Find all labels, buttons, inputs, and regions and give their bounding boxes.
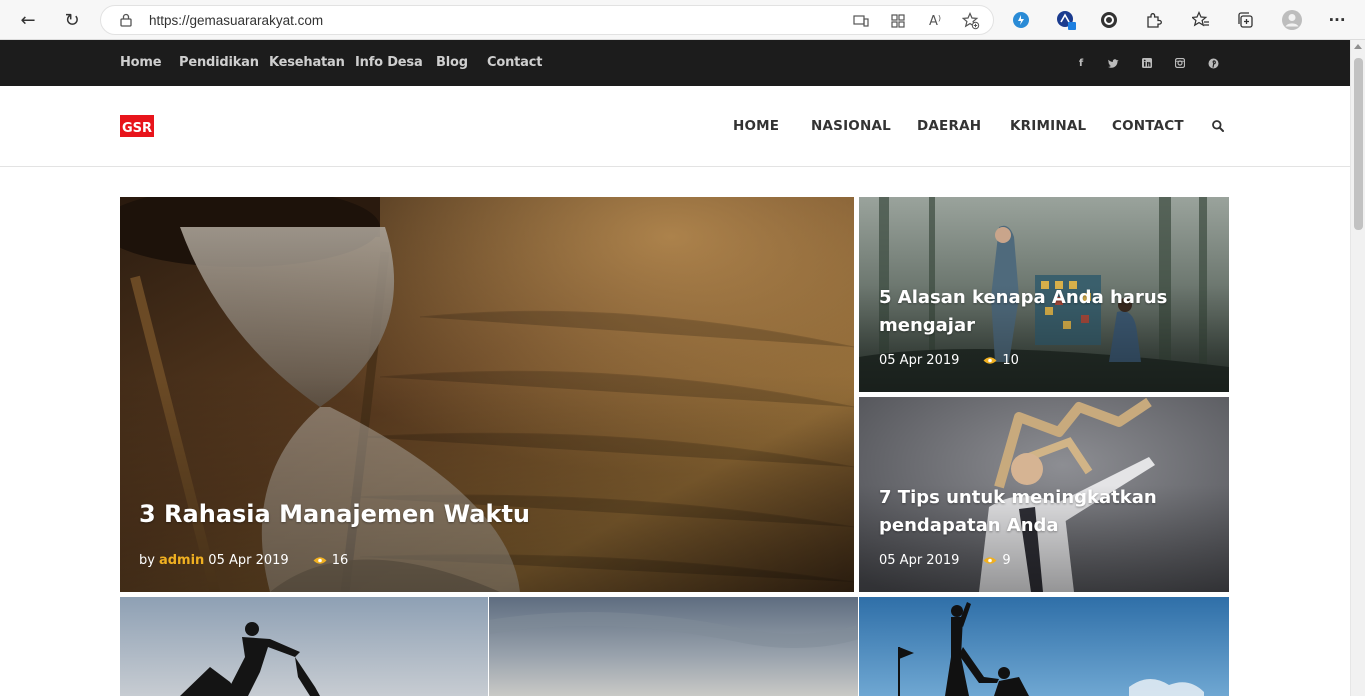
side-post-title-line: pendapatan Anda (879, 515, 1059, 536)
featured-post-overlay (120, 197, 854, 592)
bottom-post-image (859, 597, 1229, 696)
extension-shield-icon[interactable] (1010, 9, 1032, 31)
topbar-link-home[interactable]: Home (120, 55, 162, 70)
side-post-title-line: mengajar (879, 315, 976, 336)
extension-circle-icon[interactable] (1098, 9, 1120, 31)
url-text[interactable]: https://gemasuararakyat.com (149, 13, 323, 28)
featured-post-card[interactable]: 3 Rahasia Manajemen Waktu by admin 05 Ap… (120, 197, 854, 592)
topbar-link-kesehatan[interactable]: Kesehatan (269, 55, 345, 70)
views-eye-icon (313, 557, 327, 564)
favorites-icon[interactable] (1190, 9, 1212, 31)
device-icon[interactable] (851, 11, 871, 31)
facebook-icon[interactable]: f (1074, 56, 1088, 70)
extension-profile-icon[interactable] (1055, 9, 1077, 31)
instagram-icon[interactable] (1173, 56, 1187, 70)
side-post-title[interactable]: 5 Alasan kenapa Anda harus mengajar (879, 284, 1167, 340)
page-scrollbar[interactable] (1350, 40, 1365, 696)
featured-post-by-label: by (139, 553, 155, 568)
views-eye-icon (983, 557, 997, 564)
site-topbar: Home Pendidikan Kesehatan Info Desa Blog… (0, 40, 1350, 86)
topbar-link-contact[interactable]: Contact (487, 55, 542, 70)
side-post-card[interactable]: 7 Tips untuk meningkatkan pendapatan And… (859, 397, 1229, 592)
back-arrow-icon[interactable]: ← (16, 8, 40, 32)
side-post-card[interactable]: 5 Alasan kenapa Anda harus mengajar 05 A… (859, 197, 1229, 392)
main-nav-home[interactable]: HOME (733, 118, 779, 134)
side-post-date: 05 Apr 2019 (879, 553, 960, 568)
featured-post-author[interactable]: admin (159, 553, 204, 568)
featured-post-date: 05 Apr 2019 (208, 553, 289, 568)
main-nav-kriminal[interactable]: KRIMINAL (1010, 118, 1086, 134)
views-eye-icon (983, 357, 997, 364)
side-post-views: 9 (1002, 553, 1011, 568)
apps-grid-icon[interactable] (888, 11, 908, 31)
featured-post-views: 16 (331, 553, 349, 568)
bottom-post-image (489, 597, 858, 696)
twitter-icon[interactable] (1106, 56, 1120, 70)
side-post-title-line: 5 Alasan kenapa Anda harus (879, 287, 1168, 308)
main-nav-nasional[interactable]: NASIONAL (811, 118, 891, 134)
featured-post-title[interactable]: 3 Rahasia Manajemen Waktu (139, 500, 530, 528)
read-aloud-icon[interactable]: A⁾ (925, 11, 945, 31)
bottom-post-card[interactable] (120, 597, 488, 696)
side-post-meta: 05 Apr 2019 10 (879, 353, 1019, 368)
featured-post-meta: by admin 05 Apr 2019 16 (139, 553, 348, 568)
side-post-title[interactable]: 7 Tips untuk meningkatkan pendapatan And… (879, 484, 1157, 540)
logo-text: GSR (121, 121, 153, 136)
scrollbar-thumb[interactable] (1354, 58, 1363, 230)
side-post-title-line: 7 Tips untuk meningkatkan (879, 487, 1157, 508)
side-post-meta: 05 Apr 2019 9 (879, 553, 1011, 568)
search-icon[interactable] (1211, 119, 1225, 133)
reload-icon[interactable]: ↻ (60, 8, 84, 32)
extensions-puzzle-icon[interactable] (1143, 9, 1165, 31)
main-nav-contact[interactable]: CONTACT (1112, 118, 1184, 134)
side-post-views: 10 (1002, 353, 1019, 368)
bottom-post-image (120, 597, 488, 696)
address-bar[interactable]: https://gemasuararakyat.com A⁾ (100, 5, 994, 35)
topbar-link-pendidikan[interactable]: Pendidikan (179, 55, 259, 70)
more-menu-icon[interactable]: ··· (1326, 9, 1348, 31)
profile-avatar-icon[interactable] (1281, 9, 1303, 31)
topbar-link-blog[interactable]: Blog (436, 55, 468, 70)
main-nav-daerah[interactable]: DAERAH (917, 118, 981, 134)
pinterest-icon[interactable] (1206, 56, 1220, 70)
side-post-date: 05 Apr 2019 (879, 353, 960, 368)
browser-toolbar: ← ↻ https://gemasuararakyat.com A⁾ ··· (0, 0, 1365, 40)
bottom-post-card[interactable] (489, 597, 858, 696)
collections-icon[interactable] (1234, 9, 1256, 31)
site-header: GSR HOME NASIONAL DAERAH KRIMINAL CONTAC… (0, 86, 1350, 167)
topbar-link-info-desa[interactable]: Info Desa (355, 55, 423, 70)
site-logo[interactable]: GSR (120, 115, 154, 137)
lock-icon (120, 13, 132, 27)
bottom-post-card[interactable] (859, 597, 1229, 696)
scroll-up-arrow-icon[interactable] (1354, 44, 1362, 49)
favorite-add-icon[interactable] (961, 11, 981, 31)
linkedin-icon[interactable] (1140, 56, 1154, 70)
